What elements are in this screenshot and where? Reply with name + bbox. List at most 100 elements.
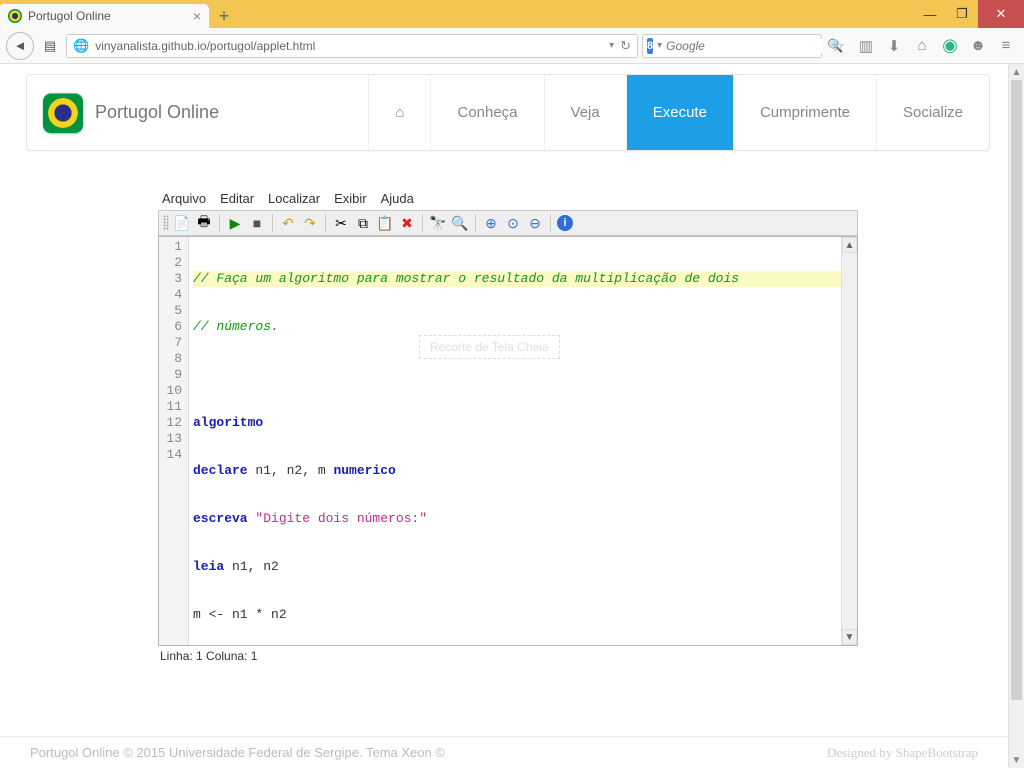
zoom-reset-icon[interactable]: ⊙ (504, 214, 522, 232)
code-keyword: escreva (193, 511, 248, 526)
nav-veja[interactable]: Veja (544, 75, 626, 150)
code-comment: // números. (193, 319, 279, 334)
line-number: 13 (159, 431, 182, 447)
tab-close-icon[interactable]: × (193, 8, 201, 24)
toolbar-drag-handle[interactable] (163, 215, 169, 231)
site-nav: ⌂ Conheça Veja Execute Cumprimente Socia… (368, 75, 989, 150)
download-arrow-icon[interactable]: ⬇ (882, 34, 906, 58)
line-number: 1 (159, 239, 182, 255)
search-input[interactable] (666, 39, 823, 53)
code-area[interactable]: // Faça um algoritmo para mostrar o resu… (189, 237, 857, 645)
redo-icon[interactable]: ↷ (301, 214, 319, 232)
browser-toolbar: ◄ ▤ 🌐 ▾ ↻ 8 ▾ 🔍 ☆ ▥ ⬇ ⌂ ◉ ☻ ≡ (0, 28, 1024, 64)
code-keyword: declare (193, 463, 248, 478)
menu-ajuda[interactable]: Ajuda (381, 191, 414, 206)
menu-editar[interactable]: Editar (220, 191, 254, 206)
line-number: 3 (159, 271, 182, 287)
browser-scrollbar[interactable]: ▲ ▼ (1008, 64, 1024, 768)
code-line (193, 367, 853, 383)
brand-title: Portugol Online (95, 102, 219, 123)
delete-icon[interactable]: ✖ (398, 214, 416, 232)
scrollbar-thumb[interactable] (1011, 80, 1022, 700)
home-icon[interactable]: ⌂ (910, 34, 934, 58)
back-button[interactable]: ◄ (6, 32, 34, 60)
bookmark-star-icon[interactable]: ☆ (826, 34, 850, 58)
line-number: 10 (159, 383, 182, 399)
search-dropdown-icon[interactable]: ▾ (657, 40, 662, 51)
addon-icon[interactable]: ◉ (938, 34, 962, 58)
reload-icon[interactable]: ↻ (620, 38, 631, 54)
nav-socialize[interactable]: Socialize (876, 75, 989, 150)
print-icon[interactable]: 🖶 (195, 214, 213, 232)
new-file-icon[interactable]: 📄 (173, 214, 191, 232)
find-icon[interactable]: 🔭 (429, 214, 447, 232)
zoom-out-icon[interactable]: ⊖ (526, 214, 544, 232)
stop-icon[interactable]: ■ (248, 214, 266, 232)
scroll-down-icon[interactable]: ▼ (842, 629, 857, 645)
applet-menubar: Arquivo Editar Localizar Exibir Ajuda (158, 191, 858, 210)
line-number: 11 (159, 399, 182, 415)
nav-conheca[interactable]: Conheça (430, 75, 543, 150)
scroll-down-icon[interactable]: ▼ (1009, 752, 1024, 768)
code-keyword: numerico (333, 463, 395, 478)
globe-icon: 🌐 (73, 38, 89, 54)
footer-designed-by: Designed by ShapeBootstrap (827, 745, 978, 761)
nav-cumprimente[interactable]: Cumprimente (733, 75, 876, 150)
cut-icon[interactable]: ✂ (332, 214, 350, 232)
sidebar-toggle-icon[interactable]: ▤ (38, 34, 62, 58)
undo-icon[interactable]: ↶ (279, 214, 297, 232)
search-bar[interactable]: 8 ▾ 🔍 (642, 34, 822, 58)
line-number: 4 (159, 287, 182, 303)
site-header: Portugol Online ⌂ Conheça Veja Execute C… (26, 74, 990, 151)
footer-copyright: Portugol Online © 2015 Universidade Fede… (30, 745, 445, 760)
brand-logo-icon (43, 93, 83, 133)
page-viewport: Portugol Online ⌂ Conheça Veja Execute C… (0, 64, 1024, 768)
scroll-up-icon[interactable]: ▲ (842, 237, 857, 253)
separator (422, 214, 423, 232)
line-number: 7 (159, 335, 182, 351)
menu-arquivo[interactable]: Arquivo (162, 191, 206, 206)
nav-execute[interactable]: Execute (626, 75, 733, 150)
address-bar[interactable]: 🌐 ▾ ↻ (66, 34, 638, 58)
new-tab-button[interactable]: + (210, 4, 238, 28)
code-editor[interactable]: 1234567891011121314 // Faça um algoritmo… (158, 236, 858, 646)
line-number: 8 (159, 351, 182, 367)
copy-icon[interactable]: ⧉ (354, 214, 372, 232)
about-icon[interactable]: i (557, 215, 573, 231)
editor-scrollbar[interactable]: ▲ ▼ (841, 237, 857, 645)
account-face-icon[interactable]: ☻ (966, 34, 990, 58)
run-icon[interactable]: ▶ (226, 214, 244, 232)
zoom-in-icon[interactable]: ⊕ (482, 214, 500, 232)
line-number: 12 (159, 415, 182, 431)
separator (550, 214, 551, 232)
scroll-up-icon[interactable]: ▲ (1009, 64, 1024, 80)
applet-toolbar: 📄 🖶 ▶ ■ ↶ ↷ ✂ ⧉ 📋 ✖ 🔭 🔍 (158, 210, 858, 236)
code-text: n1, n2 (224, 559, 279, 574)
google-engine-icon[interactable]: 8 (647, 38, 653, 54)
code-text: n1, n2, m (248, 463, 334, 478)
nav-home[interactable]: ⌂ (368, 75, 430, 150)
line-number: 14 (159, 447, 182, 463)
menu-exibir[interactable]: Exibir (334, 191, 367, 206)
applet: Arquivo Editar Localizar Exibir Ajuda 📄 … (158, 191, 858, 666)
url-dropdown-icon[interactable]: ▾ (609, 40, 614, 51)
hamburger-menu-icon[interactable]: ≡ (994, 34, 1018, 58)
minimize-button[interactable]: — (914, 0, 946, 28)
code-string: "Digite dois números:" (248, 511, 427, 526)
line-gutter: 1234567891011121314 (159, 237, 189, 645)
paste-icon[interactable]: 📋 (376, 214, 394, 232)
url-input[interactable] (95, 39, 603, 53)
window-controls: — ❐ ✕ (914, 0, 1024, 28)
downloads-list-icon[interactable]: ▥ (854, 34, 878, 58)
tab-title: Portugol Online (28, 9, 187, 23)
browser-tab[interactable]: Portugol Online × (0, 4, 210, 28)
line-number: 9 (159, 367, 182, 383)
separator (219, 214, 220, 232)
restore-button[interactable]: ❐ (946, 0, 978, 28)
menu-localizar[interactable]: Localizar (268, 191, 320, 206)
page-footer: Portugol Online © 2015 Universidade Fede… (0, 736, 1008, 768)
window-close-button[interactable]: ✕ (978, 0, 1024, 28)
find-replace-icon[interactable]: 🔍 (451, 214, 469, 232)
line-number: 2 (159, 255, 182, 271)
brand[interactable]: Portugol Online (27, 75, 235, 150)
